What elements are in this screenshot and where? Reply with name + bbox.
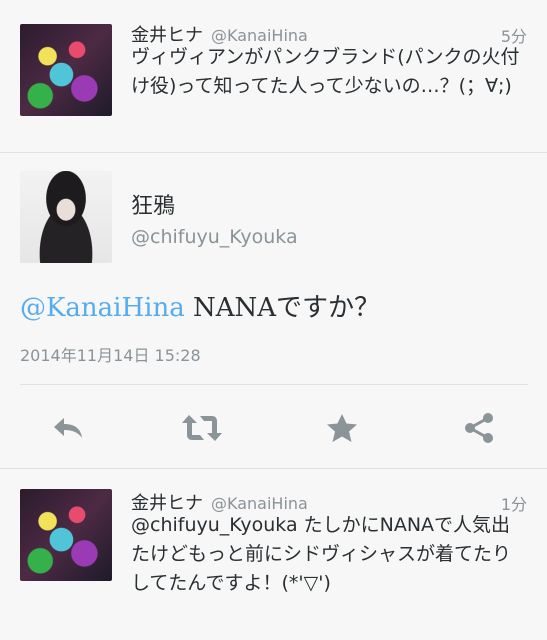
retweet-button[interactable] [180, 408, 224, 448]
tweet-actions [0, 400, 547, 456]
author-display-name: 狂鴉 [131, 194, 176, 219]
tweet-text: @chifuyu_Kyouka たしかにNANAで人気出たけどもっと前にシドヴィ… [131, 514, 512, 594]
mention-link[interactable]: @KanaiHina [20, 293, 185, 323]
retweet-icon [182, 415, 222, 441]
favorite-star-icon [327, 414, 357, 442]
avatar[interactable] [20, 489, 112, 581]
share-button[interactable] [457, 408, 501, 448]
tweet-item[interactable]: 金井ヒナ @KanaiHina 1分 @chifuyu_Kyouka たしかにNA… [0, 469, 547, 640]
tweet-item[interactable]: 金井ヒナ @KanaiHina 5分 ヴィヴィアンがパンクブランド(パンクの火付け… [0, 0, 547, 150]
tweet-text-body: NANAですか？ [184, 293, 381, 323]
author-handle: @chifuyu_Kyouka [131, 226, 298, 248]
tweet-timestamp: 2014年11月14日 15:28 [20, 346, 201, 365]
tweet-text: @KanaiHina NANAですか？ [20, 287, 380, 324]
tweet-text: ヴィヴィアンがパンクブランド(パンクの火付け役)って知ってた人って少ないの…？(… [131, 46, 520, 97]
share-icon [465, 413, 493, 443]
avatar[interactable] [20, 24, 112, 116]
divider [0, 152, 547, 153]
avatar[interactable] [20, 171, 112, 263]
reply-button[interactable] [47, 408, 91, 448]
favorite-button[interactable] [320, 408, 364, 448]
reply-icon [54, 418, 82, 438]
divider [20, 384, 528, 385]
